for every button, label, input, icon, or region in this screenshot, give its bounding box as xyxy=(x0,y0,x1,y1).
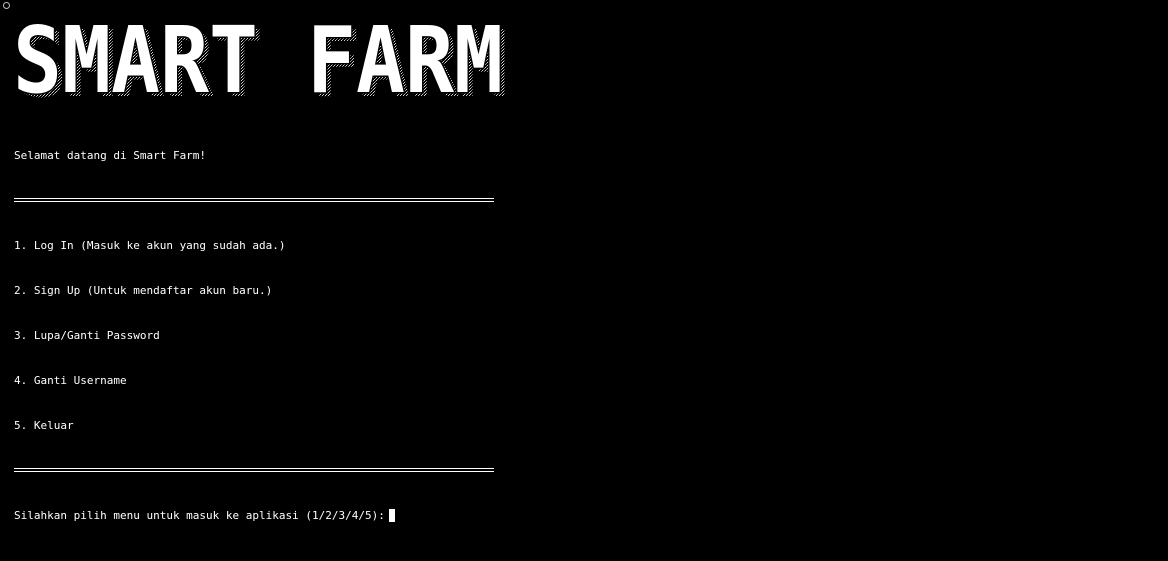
menu-item-username: 4. Ganti Username xyxy=(14,374,127,387)
menu-item-exit: 5. Keluar xyxy=(14,419,74,432)
menu-item-login: 1. Log In (Masuk ke akun yang sudah ada.… xyxy=(14,239,286,252)
input-prompt: Silahkan pilih menu untuk masuk ke aplik… xyxy=(14,509,385,522)
menu-item-password: 3. Lupa/Ganti Password xyxy=(14,329,160,342)
separator-top xyxy=(14,193,494,208)
welcome-text: Selamat datang di Smart Farm! xyxy=(14,149,207,162)
text-cursor[interactable] xyxy=(388,509,395,522)
separator-bottom xyxy=(14,463,494,478)
menu-item-signup: 2. Sign Up (Untuk mendaftar akun baru.) xyxy=(14,284,273,297)
window-icon xyxy=(3,2,10,9)
terminal-output: Selamat datang di Smart Farm! 1. Log In … xyxy=(14,118,494,538)
smart-farm-banner: SMART FARM SMART FARM xyxy=(12,8,509,108)
input-prompt-line[interactable]: Silahkan pilih menu untuk masuk ke aplik… xyxy=(14,508,494,523)
banner-title: SMART FARM xyxy=(13,8,503,108)
